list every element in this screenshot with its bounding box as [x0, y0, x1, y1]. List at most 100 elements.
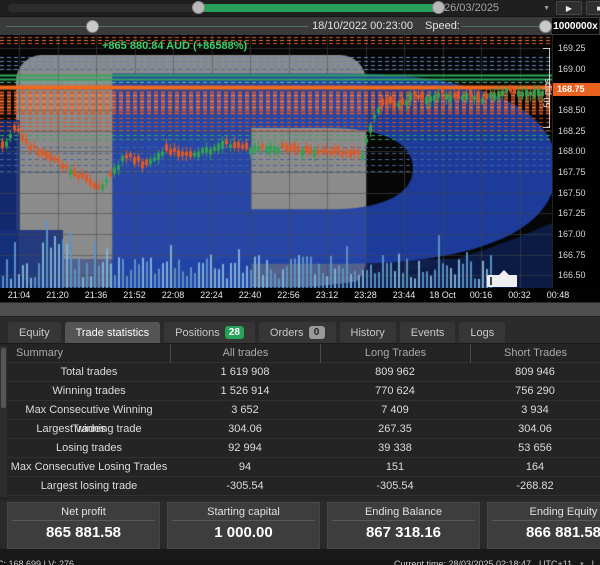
- statistics-table: SummaryAll tradesLong TradesShort Trades…: [8, 344, 600, 496]
- stat-value: 92 994: [170, 439, 320, 458]
- timeline-start-handle[interactable]: [192, 1, 205, 14]
- tab-label: Logs: [470, 327, 494, 339]
- trade-statistics-panel: SummaryAll tradesLong TradesShort Trades…: [0, 343, 600, 500]
- time-tick-label: 22:24: [200, 290, 223, 300]
- tab-label: Trade statistics: [76, 327, 150, 339]
- stat-label: Largest losing trade: [8, 477, 170, 496]
- stat-value: 809 962: [320, 363, 470, 382]
- table-row: Max Consecutive Winning Trades3 6527 409…: [8, 401, 600, 420]
- top-seek-bar: 26/03/2025 ▼ ▶ ■: [0, 0, 600, 16]
- tab-events[interactable]: Events: [400, 322, 456, 343]
- stat-value: -305.54: [320, 477, 470, 496]
- price-tick-label: 167.00: [558, 229, 586, 239]
- table-row: Total trades1 619 908809 962809 946: [8, 363, 600, 382]
- stat-label: Max Consecutive Losing Trades: [8, 458, 170, 477]
- progress-handle[interactable]: [86, 20, 99, 33]
- tab-count-badge: 28: [225, 326, 244, 339]
- stat-value: 304.06: [470, 420, 600, 439]
- table-row: Losing trades92 99439 33853 656: [8, 439, 600, 458]
- tab-equity[interactable]: Equity: [8, 322, 61, 343]
- progress-slider[interactable]: [6, 26, 308, 27]
- time-tick-label: 22:56: [277, 290, 300, 300]
- time-tick-label: 21:36: [85, 290, 108, 300]
- column-header: Short Trades: [470, 344, 600, 363]
- statusbar-more: | ...: [592, 559, 600, 565]
- timezone-readout[interactable]: UTC+11: [539, 559, 572, 565]
- status-bar: C: 168.699 | V: 276 Current time: 28/03/…: [0, 559, 600, 565]
- playback-marker[interactable]: [487, 275, 517, 287]
- end-date-value: 26/03/2025: [444, 2, 499, 14]
- tab-logs[interactable]: Logs: [459, 322, 505, 343]
- price-tick-label: 168.25: [558, 126, 586, 136]
- stat-value: 304.06: [170, 420, 320, 439]
- time-tick-label: 21:52: [123, 290, 146, 300]
- summary-card-net-profit: Net profit865 881.58: [7, 502, 160, 549]
- summary-card-starting-capital: Starting capital1 000.00: [167, 502, 320, 549]
- stat-value: 151: [320, 458, 470, 477]
- bottom-spacer: [0, 549, 600, 559]
- stat-label: Losing trades: [8, 439, 170, 458]
- price-tick-label: 167.75: [558, 167, 586, 177]
- speed-slider[interactable]: [462, 26, 542, 27]
- stat-value: 267.35: [320, 420, 470, 439]
- price-tick-label: 169.25: [558, 43, 586, 53]
- table-header-row: SummaryAll tradesLong TradesShort Trades: [8, 344, 600, 363]
- chart-canvas[interactable]: [0, 35, 552, 288]
- floating-profit-label: +865 880.84 AUD (+86588%): [102, 40, 247, 52]
- timeline-range-slider[interactable]: [8, 4, 440, 12]
- speed-value[interactable]: 1000000x: [552, 18, 599, 34]
- speed-label: Speed:: [425, 20, 460, 32]
- stat-value: 1 619 908: [170, 363, 320, 382]
- scrollbar-thumb[interactable]: [1, 348, 6, 408]
- chevron-down-icon: ▾: [580, 560, 584, 565]
- price-axis[interactable]: 169.25169.00168.75168.50168.25168.00167.…: [552, 35, 600, 288]
- time-tick-label: 23:44: [393, 290, 416, 300]
- card-label: Net profit: [12, 503, 155, 521]
- price-tick-label: 168.50: [558, 105, 586, 115]
- time-axis[interactable]: 21:0421:2021:3621:5222:0822:2422:4022:56…: [0, 288, 600, 302]
- price-tick-label: 166.50: [558, 270, 586, 280]
- stat-value: 39 338: [320, 439, 470, 458]
- tab-label: Events: [411, 327, 445, 339]
- account-summary-cards: Net profit865 881.58Starting capital1 00…: [0, 500, 600, 549]
- card-value: 865 881.58: [8, 521, 159, 541]
- stat-label: Winning trades: [8, 382, 170, 401]
- table-row: Largest losing trade-305.54-305.54-268.8…: [8, 477, 600, 496]
- stat-value: 1 526 914: [170, 382, 320, 401]
- time-tick-label: 23:12: [316, 290, 339, 300]
- tab-orders[interactable]: Orders0: [259, 322, 336, 343]
- panel-splitter[interactable]: [0, 302, 600, 317]
- timeline-selected-range: [197, 4, 440, 12]
- current-price-tag: 168.75: [553, 83, 600, 96]
- table-scrollbar[interactable]: [0, 346, 7, 497]
- end-date-dropdown[interactable]: 26/03/2025 ▼: [444, 1, 552, 15]
- column-header: All trades: [170, 344, 320, 363]
- stat-label: Total trades: [8, 363, 170, 382]
- stop-button[interactable]: ■: [586, 1, 600, 15]
- tab-count-badge: 0: [309, 326, 325, 339]
- tab-positions[interactable]: Positions28: [164, 322, 255, 343]
- table-row: Winning trades1 526 914770 624756 290: [8, 382, 600, 401]
- stat-value: 164: [470, 458, 600, 477]
- stat-value: 756 290: [470, 382, 600, 401]
- ruler-label: 50 pips: [542, 78, 552, 107]
- stat-label: Largest winning trade: [8, 420, 170, 439]
- time-tick-label: 22:40: [239, 290, 262, 300]
- playback-toolbar: 18/10/2022 00:23:00 Speed: 1000000x: [0, 16, 600, 35]
- time-tick-label: 00:16: [470, 290, 493, 300]
- stat-value: 809 946: [470, 363, 600, 382]
- stat-value: 770 624: [320, 382, 470, 401]
- time-tick-label: 22:08: [162, 290, 185, 300]
- price-tick-label: 167.25: [558, 208, 586, 218]
- stop-icon: ■: [597, 4, 600, 13]
- card-label: Ending Balance: [332, 503, 475, 521]
- tab-trade-statistics[interactable]: Trade statistics: [65, 322, 161, 343]
- card-label: Starting capital: [172, 503, 315, 521]
- chart-area: +865 880.84 AUD (+86588%) 50 pips 169.25…: [0, 35, 600, 302]
- trading-app-window: 26/03/2025 ▼ ▶ ■ 18/10/2022 00:23:00 Spe…: [0, 0, 600, 565]
- stat-value: -268.82: [470, 477, 600, 496]
- tab-history[interactable]: History: [340, 322, 396, 343]
- ohlcv-readout: C: 168.699 | V: 276: [0, 559, 74, 565]
- play-button[interactable]: ▶: [556, 1, 582, 15]
- speed-handle[interactable]: [539, 20, 552, 33]
